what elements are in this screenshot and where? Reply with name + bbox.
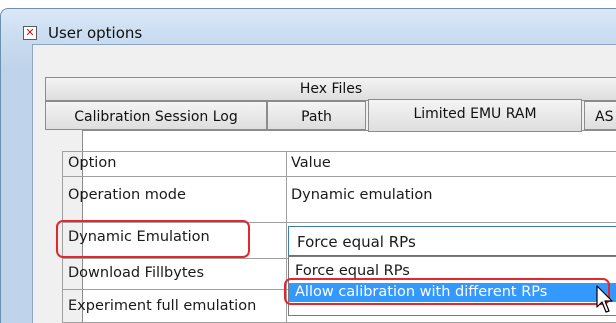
window-title: User options: [48, 24, 143, 42]
mouse-cursor-icon: [596, 285, 613, 313]
dynamic-emulation-combobox[interactable]: Force equal RPs: [288, 226, 616, 256]
column-header-option: Option: [62, 151, 287, 177]
value-operation-mode[interactable]: Dynamic emulation: [286, 177, 616, 223]
column-header-value: Value: [286, 151, 616, 177]
tab-limited-emu-ram[interactable]: Limited EMU RAM: [368, 99, 582, 132]
tab-calibration-session-log[interactable]: Calibration Session Log: [45, 101, 267, 130]
option-download-fillbytes[interactable]: Download Fillbytes: [62, 259, 287, 290]
option-operation-mode[interactable]: Operation mode: [62, 177, 287, 223]
highlight-dynamic-emulation: [56, 220, 250, 258]
tab-as[interactable]: AS: [584, 101, 616, 130]
option-experiment-full-emulation[interactable]: Experiment full emulation: [62, 290, 287, 323]
tab-hex-files[interactable]: Hex Files: [45, 77, 616, 101]
app-check-icon: ✕: [23, 26, 37, 40]
tab-path[interactable]: Path: [267, 101, 366, 130]
highlight-allow-calibration-option: [284, 278, 610, 305]
